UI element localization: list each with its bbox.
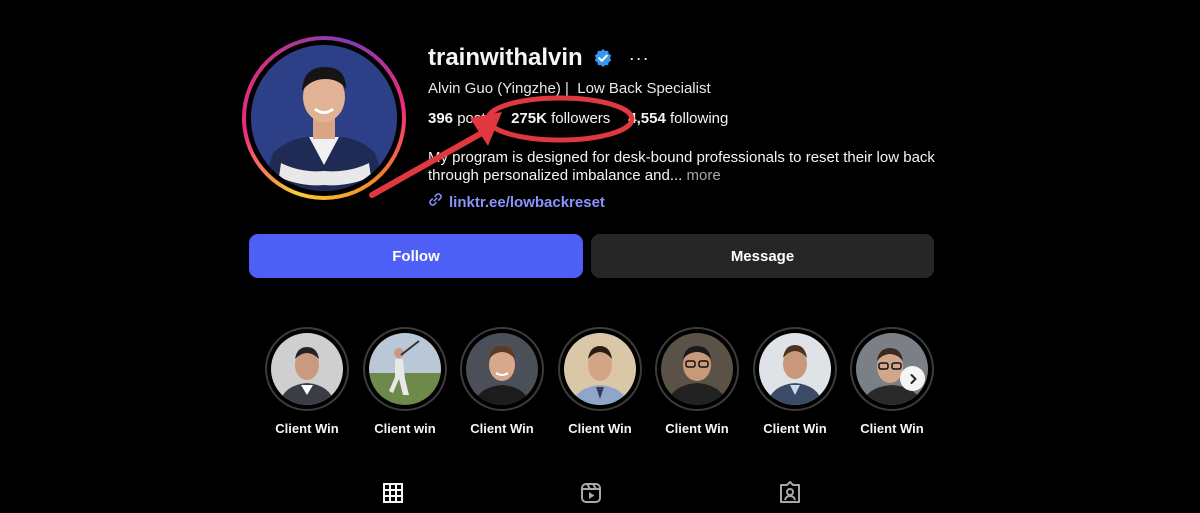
profile-avatar-ring[interactable] [242,36,406,200]
tab-tagged[interactable] [778,481,802,505]
link-text[interactable]: linktr.ee/lowbackreset [449,194,605,211]
following-count: 4,554 [628,110,666,127]
highlight-ring [753,327,837,411]
highlight-label: Client Win [470,421,534,436]
username-row: trainwithalvin ··· [428,44,650,72]
grid-icon [383,483,403,503]
highlight-label: Client Win [763,421,827,436]
profile-full-name: Alvin Guo (Yingzhe) | Low Back Specialis… [428,80,711,97]
following-stat[interactable]: 4,554 following [628,110,728,127]
profile-stats: 396 posts 275K followers 4,554 following [428,110,746,127]
highlight-ring [558,327,642,411]
posts-stat: 396 posts [428,110,493,127]
story-highlight[interactable]: Client Win [751,327,839,436]
more-options-icon[interactable]: ··· [629,49,650,67]
highlight-cover [759,333,831,405]
story-highlight[interactable]: Client Win [458,327,546,436]
story-highlight[interactable]: Client win [361,327,449,436]
highlight-ring [460,327,544,411]
highlight-cover [466,333,538,405]
reels-icon [581,483,601,503]
highlight-label: Client Win [568,421,632,436]
highlight-ring [363,327,447,411]
bio-text: My program is designed for desk-bound pr… [428,149,935,184]
link-icon [428,192,443,212]
tagged-icon [780,481,800,503]
message-button[interactable]: Message [591,234,934,278]
username: trainwithalvin [428,44,583,71]
highlight-label: Client Win [275,421,339,436]
highlight-cover [661,333,733,405]
highlight-ring [265,327,349,411]
profile-avatar[interactable] [251,45,397,191]
story-highlight[interactable]: Client Win [653,327,741,436]
followers-stat[interactable]: 275K followers [511,110,610,127]
posts-label: posts [457,110,494,127]
profile-bio: My program is designed for desk-bound pr… [428,149,948,185]
followers-label: followers [551,110,611,127]
highlight-cover [369,333,441,405]
highlight-label: Client Win [860,421,924,436]
highlight-cover [271,333,343,405]
profile-link[interactable]: linktr.ee/lowbackreset [428,192,605,212]
tab-reels[interactable] [579,481,603,505]
highlight-cover [564,333,636,405]
chevron-right-icon [910,373,916,384]
following-label: following [670,110,729,127]
tab-posts[interactable] [381,481,405,505]
story-highlight[interactable]: Client Win [263,327,351,436]
bio-more-link[interactable]: more [687,167,721,184]
avatar-photo [251,45,397,191]
verified-badge-icon [593,48,613,68]
follow-button[interactable]: Follow [249,234,583,278]
followers-count: 275K [511,110,547,127]
highlight-label: Client win [374,421,436,436]
story-highlight[interactable]: Client Win [556,327,644,436]
highlight-label: Client Win [665,421,729,436]
highlight-ring [655,327,739,411]
highlights-next-button[interactable] [900,366,925,391]
posts-count: 396 [428,110,454,127]
